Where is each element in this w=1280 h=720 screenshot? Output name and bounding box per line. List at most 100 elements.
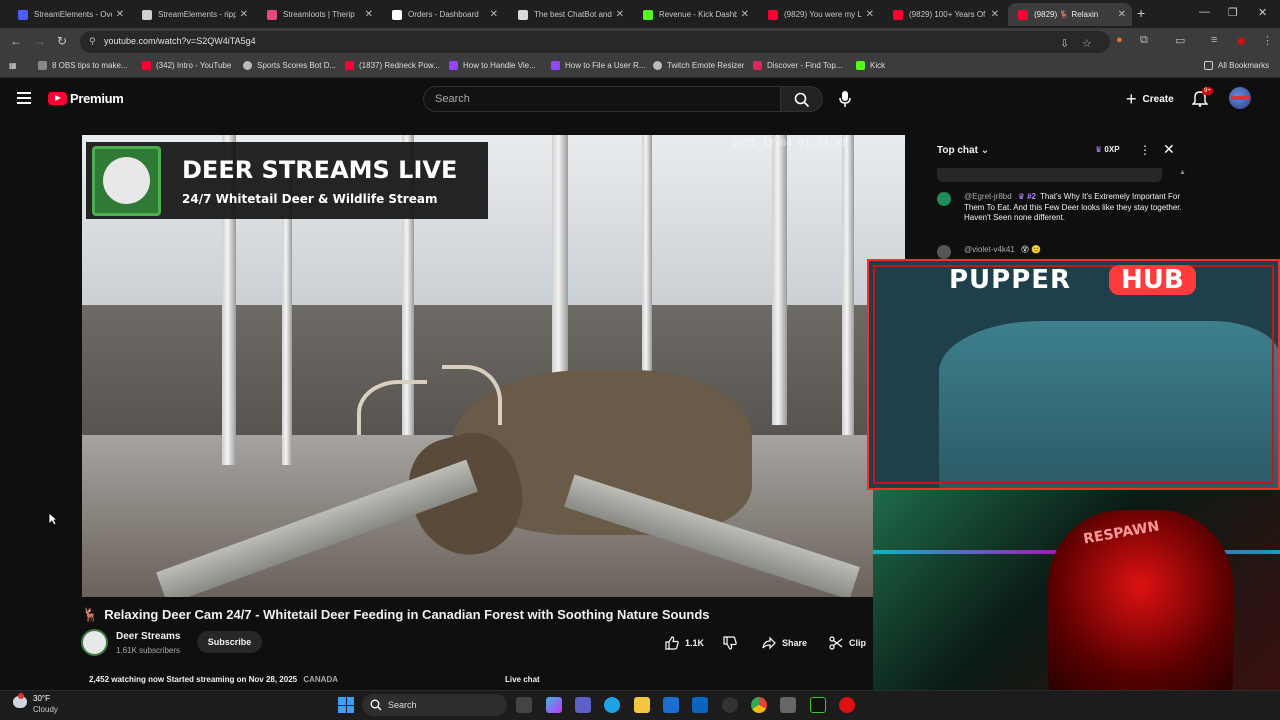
tab-close-icon[interactable]: ✕ xyxy=(490,9,498,20)
chat-xp[interactable]: ♛ 0XP xyxy=(1095,145,1120,154)
browser-tab[interactable]: (9829) You were my L ✕ xyxy=(758,3,880,26)
birch-trunk xyxy=(552,135,568,395)
browser-tab[interactable]: The best ChatBot and ✕ xyxy=(508,3,630,26)
sidepanel-icon[interactable]: ▭ xyxy=(1175,34,1185,47)
site-info-icon[interactable]: ⚲ xyxy=(89,36,96,47)
like-button[interactable]: 1.1K xyxy=(665,632,704,654)
chat-user-avatar[interactable] xyxy=(937,245,951,259)
browser-tab[interactable]: Revenue - Kick Dashb ✕ xyxy=(633,3,755,26)
profile-icon[interactable]: ◉ xyxy=(1236,34,1246,47)
tab-close-icon[interactable]: ✕ xyxy=(365,9,373,20)
share-button[interactable]: Share xyxy=(762,632,807,654)
browser-tab[interactable]: (9829) 100+ Years Of ✕ xyxy=(883,3,1005,26)
outlook-icon[interactable] xyxy=(692,697,708,713)
browser-tab[interactable]: Orders - Dashboard ✕ xyxy=(382,3,504,26)
maximize-icon[interactable]: ❐ xyxy=(1228,6,1238,19)
close-window-icon[interactable]: ✕ xyxy=(1258,6,1267,19)
tab-close-icon[interactable]: ✕ xyxy=(240,9,248,20)
bookmark-item[interactable]: Sports Scores Bot D... xyxy=(243,61,336,70)
bookmark-star-icon[interactable]: ☆ xyxy=(1082,37,1092,50)
chat-message: @Egret-jr8bd ♛ #2 That's Why It's Extremel… xyxy=(937,192,1194,224)
dislike-button[interactable] xyxy=(723,632,743,654)
address-bar[interactable]: ⚲ youtube.com/watch?v=S2QW4iTA5g4 ⇩ ☆ xyxy=(80,31,1110,53)
bookmark-item[interactable]: Kick xyxy=(856,61,885,70)
tab-close-icon[interactable]: ✕ xyxy=(741,9,749,20)
taskbar-search[interactable]: Search xyxy=(362,694,507,716)
tab-close-icon[interactable]: ✕ xyxy=(116,9,124,20)
chat-author[interactable]: @Egret-jr8bd xyxy=(964,192,1012,201)
crown-icon: ♛ xyxy=(1017,192,1025,201)
youtube-premium-brand[interactable]: Premium xyxy=(70,91,124,106)
tab-search-icon[interactable]: ≡ xyxy=(1211,34,1217,46)
obs-icon[interactable] xyxy=(722,697,738,713)
terminal-icon[interactable] xyxy=(810,697,826,713)
mouse-cursor-icon xyxy=(48,512,58,526)
country-tag[interactable]: CANADA xyxy=(303,675,338,684)
tab-close-icon[interactable]: ✕ xyxy=(866,9,874,20)
extensions-puzzle-icon[interactable]: ⧉ xyxy=(1140,34,1148,47)
browser-tab[interactable]: StreamElements - ripp ✕ xyxy=(132,3,254,26)
back-icon[interactable]: ← xyxy=(10,34,22,48)
channel-avatar[interactable] xyxy=(81,629,108,656)
chat-scroll-up-icon[interactable]: ▲ xyxy=(1179,169,1186,176)
channel-name[interactable]: Deer Streams xyxy=(116,631,180,642)
all-bookmarks[interactable]: All Bookmarks xyxy=(1204,61,1269,70)
hamburger-menu-icon[interactable] xyxy=(17,92,31,104)
bookmark-item[interactable]: (342) Intro - YouTube xyxy=(142,61,231,70)
weather-cloud-icon[interactable] xyxy=(13,693,27,708)
user-avatar[interactable] xyxy=(1229,87,1251,109)
file-explorer-icon[interactable] xyxy=(634,697,650,713)
chrome-icon[interactable] xyxy=(751,697,767,713)
microphone-icon[interactable] xyxy=(838,90,852,108)
chat-rank-badge: ♛ #2 xyxy=(1018,192,1036,201)
tab-close-icon[interactable]: ✕ xyxy=(991,9,999,20)
copilot-icon[interactable] xyxy=(546,697,562,713)
apps-grid-icon[interactable]: ▦ xyxy=(9,61,17,70)
bookmark-item[interactable]: (1837) Redneck Pow... xyxy=(345,61,440,70)
bookmark-item[interactable]: How to Handle Vie... xyxy=(449,61,536,70)
chat-author[interactable]: @violet-v4k41 xyxy=(964,245,1015,254)
install-icon[interactable]: ⇩ xyxy=(1060,37,1069,50)
search-button[interactable] xyxy=(781,86,823,112)
windows-start-icon[interactable] xyxy=(338,697,354,713)
chevron-down-icon: ⌄ xyxy=(980,145,990,156)
bookmark-item[interactable]: 8 OBS tips to make... xyxy=(38,61,128,70)
subscribe-button[interactable]: Subscribe xyxy=(197,631,262,653)
windows-taskbar: 30°F Cloudy Search xyxy=(0,690,1280,720)
tab-close-icon[interactable]: ✕ xyxy=(1118,9,1126,20)
bookmark-item[interactable]: Twitch Emote Resizer xyxy=(653,61,744,70)
reload-icon[interactable]: ↻ xyxy=(57,34,67,48)
tab-close-icon[interactable]: ✕ xyxy=(616,9,624,20)
edge-icon[interactable] xyxy=(604,697,620,713)
browser-tab[interactable]: Streamloots | Therip ✕ xyxy=(257,3,379,26)
bookmark-item[interactable]: How to File a User R... xyxy=(551,61,645,70)
app-icon[interactable] xyxy=(839,697,855,713)
search-input[interactable]: Search xyxy=(423,86,781,112)
browser-tab[interactable]: StreamElements - Ove ✕ xyxy=(8,3,130,26)
new-tab-icon[interactable]: + xyxy=(1137,5,1145,21)
overlay-frame xyxy=(873,265,1274,484)
clip-button[interactable]: Clip xyxy=(829,632,866,654)
video-player[interactable]: DEER STREAMS LIVE 24/7 Whitetail Deer & … xyxy=(82,135,905,597)
youtube-logo-icon[interactable] xyxy=(48,92,67,105)
browser-tab-active[interactable]: (9829) 🦌 Relaxin ✕ xyxy=(1008,3,1132,26)
teams-icon[interactable] xyxy=(575,697,591,713)
pupper-banner-text: PUPPER xyxy=(949,265,1072,295)
top-chat-dropdown[interactable]: Top chat ⌄ xyxy=(937,145,989,156)
store-icon[interactable] xyxy=(663,697,679,713)
tab-title: Streamloots | Therip xyxy=(283,10,355,19)
app-icon[interactable] xyxy=(780,697,796,713)
extension-icon[interactable]: ● xyxy=(1116,34,1123,46)
tab-favicon xyxy=(142,9,152,20)
create-button[interactable]: + Create xyxy=(1120,87,1180,111)
chat-close-icon[interactable]: ✕ xyxy=(1163,141,1175,158)
task-view-icon[interactable] xyxy=(516,697,532,713)
weather-temperature[interactable]: 30°F xyxy=(33,694,50,703)
chat-user-avatar[interactable] xyxy=(937,192,951,206)
chat-more-icon[interactable]: ⋮ xyxy=(1139,143,1151,157)
forward-icon[interactable]: → xyxy=(34,34,46,48)
minimize-icon[interactable]: — xyxy=(1199,6,1210,18)
chat-pinned-message[interactable] xyxy=(937,168,1162,182)
bookmark-item[interactable]: Discover - Find Top... xyxy=(753,61,842,70)
menu-kebab-icon[interactable]: ⋮ xyxy=(1262,34,1273,47)
